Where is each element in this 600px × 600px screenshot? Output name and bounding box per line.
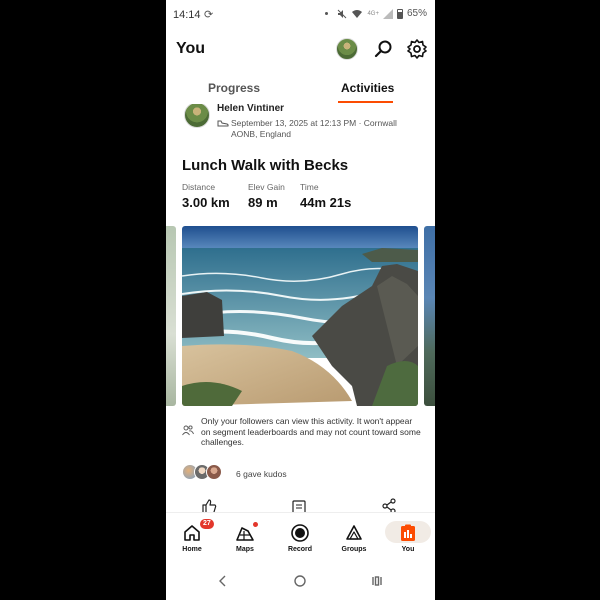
stat-time: Time 44m 21s	[300, 182, 351, 210]
kudos-count[interactable]: 6 gave kudos	[236, 469, 287, 479]
back-icon[interactable]	[216, 574, 230, 588]
privacy-text: Only your followers can view this activi…	[201, 416, 421, 447]
nav-maps[interactable]: Maps	[223, 513, 267, 563]
home-circle-icon[interactable]	[293, 574, 307, 588]
athlete-name[interactable]: Helen Vintiner	[217, 104, 284, 114]
page-title: You	[176, 40, 206, 57]
record-icon	[291, 524, 309, 542]
bottom-navigation: 27 Home Maps Record Groups You	[166, 512, 435, 562]
status-icons: 4G+ 65%	[325, 8, 427, 19]
nav-home[interactable]: 27 Home	[170, 513, 214, 563]
home-icon	[184, 525, 200, 541]
cell-signal-icon	[382, 8, 393, 19]
walk-shoe-icon	[217, 120, 229, 127]
recents-icon[interactable]	[370, 574, 384, 588]
stat-value: 44m 21s	[300, 195, 352, 210]
activity-photo[interactable]	[182, 226, 418, 406]
active-tab-indicator	[338, 101, 393, 103]
photo-carousel[interactable]	[166, 226, 435, 406]
activity-feed[interactable]: Helen Vintiner September 13, 2025 at 12:…	[166, 104, 435, 512]
nav-label: Groups	[341, 546, 367, 553]
signal-label: 4G+	[367, 10, 379, 17]
status-bar: 14:14 ⟳ 4G+ 65%	[166, 0, 435, 30]
battery-level: 65%	[406, 8, 427, 19]
stat-value: 89 m	[248, 195, 278, 210]
search-icon[interactable]	[373, 38, 395, 60]
sync-icon: ⟳	[204, 9, 214, 21]
stat-elev-gain: Elev Gain 89 m	[248, 182, 285, 210]
stat-label: Time	[300, 182, 319, 192]
activity-actions	[166, 498, 435, 512]
stat-label: Elev Gain	[248, 182, 285, 192]
notification-badge: 27	[200, 519, 214, 529]
maps-dot-badge	[253, 522, 258, 527]
activity-meta: September 13, 2025 at 12:13 PM · Cornwal…	[231, 118, 397, 139]
status-time: 14:14	[173, 9, 201, 21]
nav-label: Home	[182, 546, 202, 553]
wifi-icon	[352, 9, 363, 18]
mute-icon	[338, 9, 347, 18]
you-profile-icon	[401, 524, 415, 541]
notification-dot-icon	[325, 12, 329, 15]
followers-icon	[182, 425, 194, 436]
nav-record[interactable]: Record	[278, 513, 322, 563]
activity-title[interactable]: Lunch Walk with Becks	[182, 157, 348, 174]
tab-progress[interactable]: Progress	[208, 81, 260, 95]
activity-card[interactable]: Helen Vintiner September 13, 2025 at 12:…	[166, 104, 435, 512]
kudos-thumbs-up-icon[interactable]	[201, 498, 217, 512]
tab-bar: Progress Activities	[166, 70, 435, 104]
tab-activities[interactable]: Activities	[341, 81, 394, 95]
nav-label: Record	[287, 546, 313, 553]
nav-you[interactable]: You	[386, 513, 430, 563]
nav-label: Maps	[236, 546, 254, 553]
comment-icon[interactable]	[291, 498, 307, 512]
groups-icon	[346, 525, 362, 540]
kudos-avatar	[206, 464, 222, 480]
battery-icon	[396, 8, 403, 19]
athlete-avatar[interactable]	[184, 104, 210, 128]
nav-groups[interactable]: Groups	[332, 513, 376, 563]
app-header: You	[166, 30, 435, 70]
stat-distance: Distance 3.00 km	[182, 182, 230, 210]
photo-thumbnail-next[interactable]	[424, 226, 435, 406]
maps-icon	[236, 527, 254, 541]
settings-gear-icon[interactable]	[406, 38, 428, 60]
nav-label: You	[401, 546, 415, 553]
share-icon[interactable]	[381, 498, 397, 512]
map-thumbnail-prev[interactable]	[166, 226, 176, 406]
profile-avatar[interactable]	[336, 38, 358, 60]
phone-screen: 14:14 ⟳ 4G+ 65% You Progress Activities	[166, 0, 435, 600]
system-navigation-bar	[166, 562, 435, 600]
stat-label: Distance	[182, 182, 216, 192]
stat-value: 3.00 km	[182, 195, 230, 210]
